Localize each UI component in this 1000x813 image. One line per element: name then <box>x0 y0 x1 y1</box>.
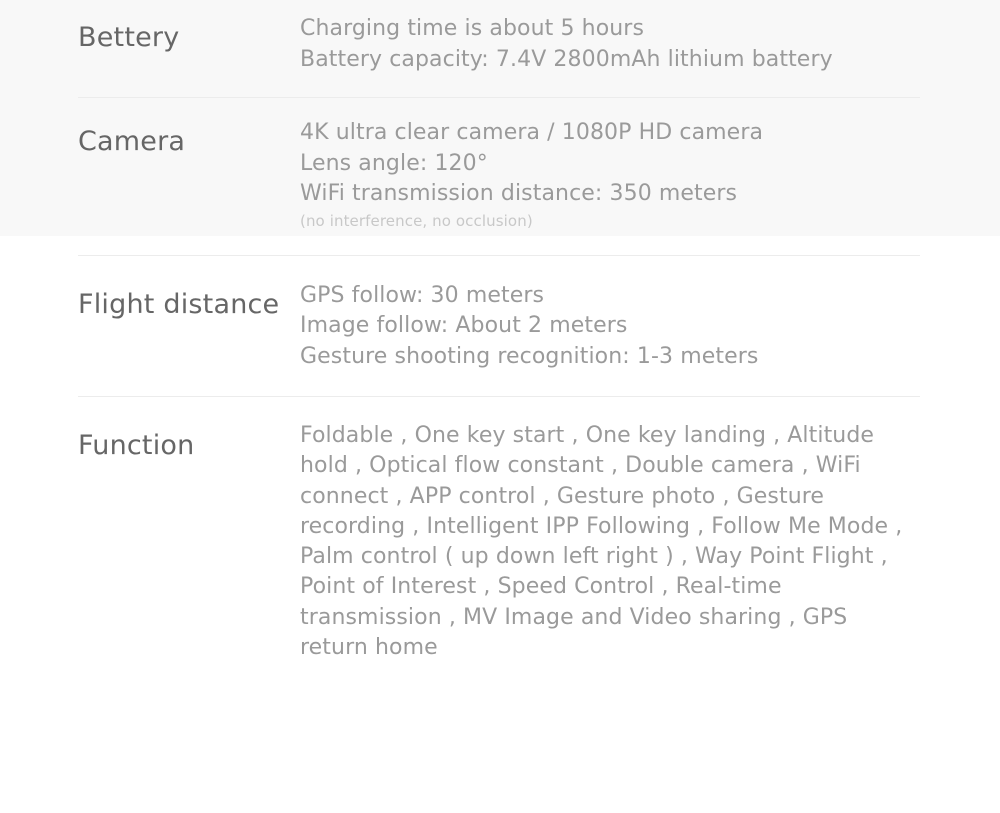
spec-note-camera: (no interference, no occlusion) <box>300 211 533 230</box>
spec-line: Foldable , One key start , One key landi… <box>300 423 903 661</box>
spec-row-battery: Bettery Charging time is about 5 hours B… <box>0 0 1000 97</box>
spec-value-battery: Charging time is about 5 hours Battery c… <box>300 14 920 75</box>
spec-line: Gesture shooting recognition: 1-3 meters <box>300 343 759 369</box>
spec-line: Image follow: About 2 meters <box>300 313 628 338</box>
spec-line: WiFi transmission distance: 350 meters <box>300 181 738 206</box>
spec-line: 4K ultra clear camera / 1080P HD camera <box>300 120 764 145</box>
spec-row-function: Function Foldable , One key start , One … <box>0 396 1000 693</box>
spec-line: Battery capacity: 7.4V 2800mAh lithium b… <box>300 46 833 72</box>
spec-row-flight-distance: Flight distance GPS follow: 30 meters Im… <box>0 254 1000 397</box>
spec-row-camera: Camera 4K ultra clear camera / 1080P HD … <box>0 97 1000 255</box>
spec-label-battery: Bettery <box>78 22 180 53</box>
specification-table: Bettery Charging time is about 5 hours B… <box>0 0 1000 693</box>
spec-line: Lens angle: 120° <box>300 150 488 176</box>
spec-value-function: Foldable , One key start , One key landi… <box>300 421 920 663</box>
spec-line: Charging time is about 5 hours <box>300 16 644 41</box>
spec-value-flight-distance: GPS follow: 30 meters Image follow: Abou… <box>300 281 920 373</box>
spec-line: GPS follow: 30 meters <box>300 282 545 308</box>
spec-label-flight-distance: Flight distance <box>78 288 280 320</box>
spec-label-function: Function <box>78 430 195 461</box>
spec-value-camera: 4K ultra clear camera / 1080P HD camera … <box>300 118 920 231</box>
spec-label-camera: Camera <box>78 126 186 157</box>
